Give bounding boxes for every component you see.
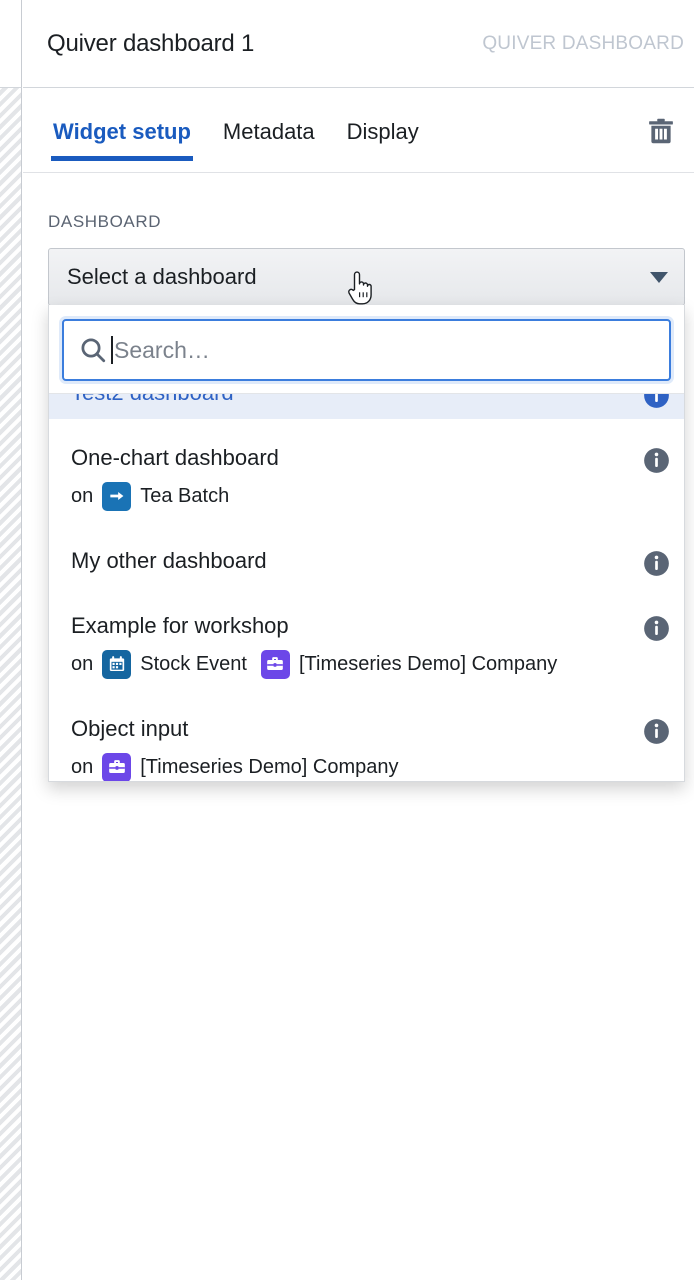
option-source: Tea Batch (102, 481, 229, 511)
briefcase-icon (260, 649, 290, 679)
info-icon[interactable] (643, 615, 670, 642)
info-icon[interactable] (643, 447, 670, 474)
event-arrow-icon (102, 481, 132, 511)
option-subtitle: on Stock Event [Timeseries Demo] Company (71, 649, 632, 679)
option-on-label: on (71, 756, 94, 778)
option-source: [Timeseries Demo] Company (102, 752, 399, 781)
dashboard-option-list[interactable]: Test2 dashboard One-chart dashboard (49, 394, 684, 781)
list-item[interactable]: One-chart dashboard on Tea Batch (49, 433, 684, 522)
left-gutter-top (0, 0, 22, 88)
info-icon[interactable] (643, 550, 670, 577)
option-subtitle: on [Timeseries Demo] Company (71, 752, 632, 781)
option-source-label: Tea Batch (140, 485, 230, 507)
info-icon[interactable] (643, 394, 670, 409)
info-icon[interactable] (643, 718, 670, 745)
tab-widget-setup-label: Widget setup (53, 119, 191, 144)
option-source-label: Stock Event (140, 653, 247, 675)
dashboard-select-value: Select a dashboard (67, 264, 257, 289)
text-caret (111, 336, 113, 364)
option-source: [Timeseries Demo] Company (260, 649, 558, 679)
page-title: Quiver dashboard 1 (47, 29, 255, 57)
tab-widget-setup[interactable]: Widget setup (37, 89, 207, 173)
option-title: Test2 dashboard (71, 394, 632, 408)
delete-widget-button[interactable] (644, 113, 678, 149)
widget-kind-label: QUIVER DASHBOARD (482, 32, 684, 54)
option-subtitle: on Tea Batch (71, 481, 632, 511)
option-title: My other dashboard (71, 548, 267, 573)
option-on-label: on (71, 653, 94, 675)
dropdown-search-area: Search… (49, 305, 684, 394)
widget-setup-form: DASHBOARD Select a dashboard Search… One… (23, 174, 694, 1280)
tab-display-label: Display (346, 119, 419, 144)
tab-display[interactable]: Display (331, 89, 435, 173)
option-title: Example for workshop (71, 613, 289, 638)
dashboard-field-label: DASHBOARD (48, 212, 162, 231)
tab-metadata[interactable]: Metadata (207, 89, 331, 173)
option-title: One-chart dashboard (71, 445, 279, 470)
option-title: Object input (71, 716, 189, 741)
tab-bar: Widget setup Metadata Display (23, 89, 694, 173)
calendar-icon (102, 649, 132, 679)
option-source-label: [Timeseries Demo] Company (298, 653, 558, 675)
briefcase-icon (102, 752, 132, 781)
search-icon (78, 335, 108, 365)
dashboard-select[interactable]: Select a dashboard (48, 248, 685, 306)
chevron-down-icon (650, 271, 668, 283)
dashboard-dropdown-panel: Search… Test2 dashboard (48, 305, 685, 782)
list-item[interactable]: Object input on [Timeseries Demo] Compan… (49, 704, 684, 781)
tab-metadata-label: Metadata (222, 119, 315, 144)
search-placeholder: Search… (114, 336, 210, 363)
trash-icon (646, 115, 676, 147)
list-item[interactable]: My other dashboard (49, 536, 684, 587)
list-item[interactable]: Test2 dashboard (49, 394, 684, 419)
list-item[interactable]: Example for workshop on Stock Event [Tim… (49, 601, 684, 690)
search-input[interactable]: Search… (62, 319, 671, 381)
option-on-label: on (71, 485, 94, 507)
option-source-label: [Timeseries Demo] Company (140, 756, 399, 778)
left-hatched-gutter (0, 88, 22, 1280)
option-source: Stock Event (102, 649, 247, 679)
widget-editor-panel: Quiver dashboard 1 QUIVER DASHBOARD Widg… (0, 0, 694, 1280)
panel-header: Quiver dashboard 1 QUIVER DASHBOARD (23, 0, 694, 88)
